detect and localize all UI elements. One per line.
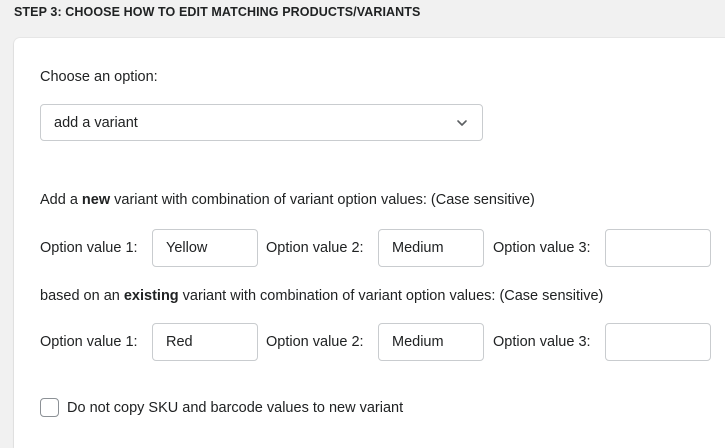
existing-option-2-input[interactable] (378, 323, 484, 361)
existing-option-3-input[interactable] (605, 323, 711, 361)
existing-option-1-input[interactable] (152, 323, 258, 361)
existing-option-2-label: Option value 2: (266, 334, 364, 350)
copy-sku-option[interactable]: Do not copy SKU and barcode values to ne… (40, 398, 403, 417)
copy-sku-label: Do not copy SKU and barcode values to ne… (67, 399, 404, 416)
new-option-2-input[interactable] (378, 229, 484, 267)
existing-option-1-label: Option value 1: (40, 334, 138, 350)
new-option-3-input[interactable] (605, 229, 711, 267)
new-option-3-label: Option value 3: (493, 240, 591, 256)
existing-variant-description: based on an existing variant with combin… (40, 288, 604, 304)
option-select-value: add a variant (54, 114, 138, 131)
existing-option-3-label: Option value 3: (493, 334, 591, 350)
step-title: STEP 3: CHOOSE HOW TO EDIT MATCHING PROD… (14, 5, 421, 19)
chevron-down-icon (457, 120, 467, 126)
new-option-1-label: Option value 1: (40, 240, 138, 256)
new-variant-description: Add a new variant with combination of va… (40, 192, 535, 208)
choose-option-label: Choose an option: (40, 69, 158, 85)
new-option-2-label: Option value 2: (266, 240, 364, 256)
option-select[interactable]: add a variant (40, 104, 483, 141)
existing-emphasis: existing (123, 288, 179, 304)
new-option-1-input[interactable] (152, 229, 258, 267)
copy-sku-checkbox[interactable] (40, 398, 59, 417)
new-emphasis: new (81, 192, 111, 208)
